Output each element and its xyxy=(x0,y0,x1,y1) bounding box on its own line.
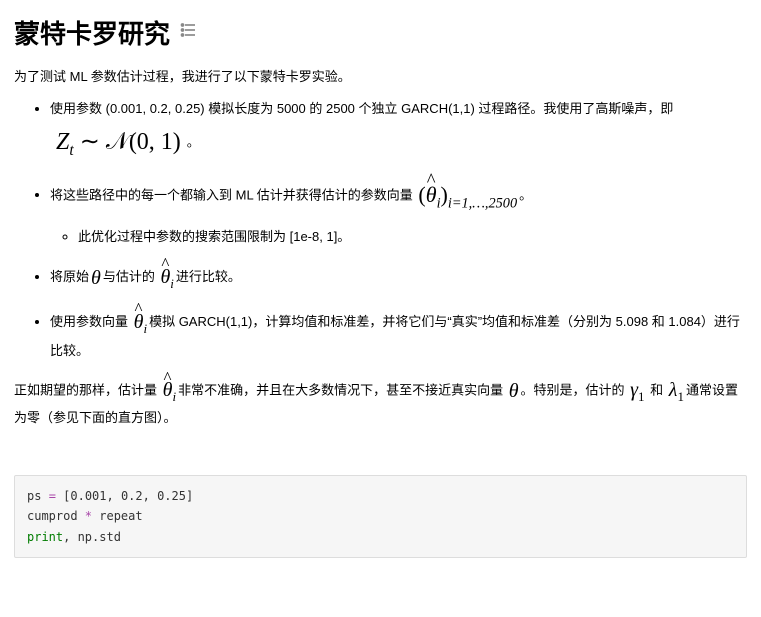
list-item: 将这些路径中的每一个都输入到 ML 估计并获得估计的参数向量 (θi)i=1,…… xyxy=(50,176,747,248)
math-theta: θ xyxy=(91,261,101,295)
math-theta-hat: θi xyxy=(134,305,147,340)
math-theta-hat: θi xyxy=(163,374,176,408)
list-item: 使用参数 (0.001, 0.2, 0.25) 模拟长度为 5000 的 250… xyxy=(50,98,747,166)
list-item: 此优化过程中参数的搜索范围限制为 [1e-8, 1]。 xyxy=(78,226,747,248)
math-theta-hat: θi xyxy=(160,260,173,295)
code-line: cumprod * repeat xyxy=(27,506,734,526)
text: 正如期望的那样，估计量 xyxy=(14,383,161,398)
steps-list: 使用参数 (0.001, 0.2, 0.25) 模拟长度为 5000 的 250… xyxy=(14,98,747,362)
code-cell[interactable]: ps = [0.001, 0.2, 0.25] cumprod * repeat… xyxy=(14,475,747,558)
text: 。 xyxy=(519,187,532,202)
math-lambda1: λ1 xyxy=(669,374,684,408)
math-noise: Zt ∼ 𝒩(0, 1) xyxy=(56,122,181,164)
heading-text: 蒙特卡罗研究 xyxy=(14,14,170,51)
code-line: ps = [0.001, 0.2, 0.25] xyxy=(27,486,734,506)
text: 将原始 xyxy=(50,269,89,284)
followup-paragraph: 正如期望的那样，估计量 θi非常不准确，并且在大多数情况下，甚至不接近真实向量 … xyxy=(14,374,747,429)
text: 和 xyxy=(647,383,667,398)
text: 使用参数 (0.001, 0.2, 0.25) 模拟长度为 5000 的 250… xyxy=(50,101,673,116)
list-item: 将原始θ与估计的 θi进行比较。 xyxy=(50,260,747,295)
list-item: 使用参数向量 θi模拟 GARCH(1,1)，计算均值和标准差，并将它们与“真实… xyxy=(50,305,747,362)
section-heading: 蒙特卡罗研究 xyxy=(14,14,747,51)
text: 。特别是，估计的 xyxy=(521,383,629,398)
text: 。 xyxy=(187,134,200,149)
text: 进行比较。 xyxy=(176,269,241,284)
text: 将这些路径中的每一个都输入到 ML 估计并获得估计的参数向量 xyxy=(50,187,416,202)
anchor-link-icon[interactable] xyxy=(180,20,200,46)
math-theta-hat-seq: (θi)i=1,…,2500 xyxy=(418,176,517,216)
text: 非常不准确，并且在大多数情况下，甚至不接近真实向量 xyxy=(178,383,507,398)
math-theta: θ xyxy=(509,375,519,407)
code-line: print, np.std xyxy=(27,527,734,547)
intro-text: 为了测试 ML 参数估计过程，我进行了以下蒙特卡罗实验。 xyxy=(14,67,747,88)
text: 与估计的 xyxy=(103,269,159,284)
math-gamma1: γ1 xyxy=(630,374,644,408)
text: 使用参数向量 xyxy=(50,314,132,329)
text: 模拟 GARCH(1,1)，计算均值和标准差，并将它们与“真实”均值和标准差（分… xyxy=(50,314,740,358)
